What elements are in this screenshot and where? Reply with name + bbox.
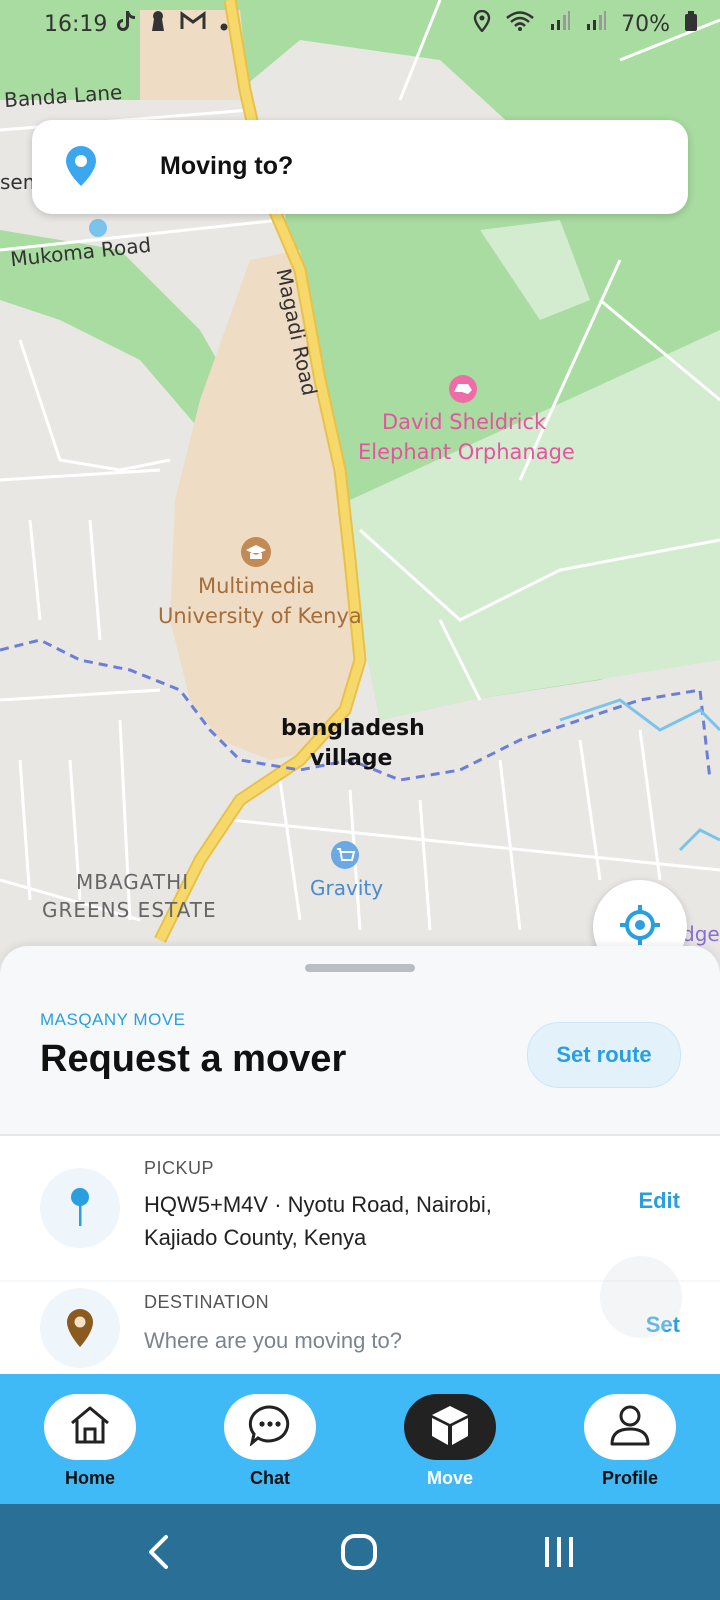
map-label-bangladesh-2: village	[310, 746, 393, 771]
destination-search-card[interactable]: Moving to?	[32, 120, 688, 214]
sheet-title: Request a mover	[40, 1038, 347, 1080]
pickup-label: PICKUP	[144, 1158, 215, 1178]
keyhole-icon	[150, 10, 166, 38]
location-icon	[473, 9, 491, 38]
pickup-edit-button[interactable]: Edit	[638, 1188, 680, 1214]
destination-label: DESTINATION	[144, 1292, 270, 1312]
pickup-pin-icon	[40, 1168, 120, 1248]
map-label-edge: dge	[682, 922, 720, 946]
sheet-drag-handle[interactable]	[305, 964, 415, 972]
nav-move[interactable]: Move	[404, 1394, 496, 1489]
box-icon	[428, 1403, 472, 1451]
gmail-icon	[180, 11, 206, 37]
battery-icon	[684, 10, 698, 38]
dot-icon	[220, 12, 228, 37]
destination-placeholder[interactable]: Where are you moving to?	[144, 1328, 402, 1354]
home-icon	[68, 1405, 112, 1449]
location-pin-icon	[64, 144, 98, 192]
status-bar: 16:19 70%	[0, 0, 720, 50]
status-time: 16:19	[44, 12, 108, 37]
nav-profile-label: Profile	[601, 1468, 658, 1488]
nav-chat[interactable]: Chat	[224, 1394, 316, 1489]
map-label-multimedia-2: University of Kenya	[158, 604, 362, 628]
crosshair-icon	[618, 903, 662, 951]
nav-profile[interactable]: Profile	[584, 1394, 676, 1489]
battery-text: 70%	[621, 11, 670, 37]
pickup-row[interactable]: PICKUP HQW5+M4V · Nyotu Road, Nairobi, K…	[0, 1136, 720, 1280]
map-label-gravity: Gravity	[310, 876, 384, 900]
search-label: Moving to?	[160, 152, 294, 180]
back-icon[interactable]	[146, 1534, 170, 1574]
map-label-david-sheldrick-2: Elephant Orphanage	[358, 440, 575, 464]
pickup-address: HQW5+M4V · Nyotu Road, Nairobi, Kajiado …	[144, 1192, 492, 1250]
map-label-mbagathi-1: MBAGATHI	[76, 870, 190, 894]
map-label-multimedia-1: Multimedia	[198, 574, 315, 598]
home-circle-icon[interactable]	[340, 1534, 378, 1574]
floating-action-ghost	[600, 1256, 682, 1338]
map-label-mbagathi-2: GREENS ESTATE	[42, 898, 217, 922]
tiktok-icon	[116, 10, 136, 38]
map-label-david-sheldrick-1: David Sheldrick	[382, 410, 547, 434]
nav-home-label: Home	[64, 1468, 115, 1488]
user-icon	[608, 1403, 652, 1451]
map-label-bangladesh-1: bangladesh	[281, 716, 425, 741]
nav-chat-label: Chat	[250, 1468, 290, 1488]
destination-pin-icon	[40, 1288, 120, 1368]
wifi-icon	[505, 10, 535, 38]
recents-icon[interactable]	[542, 1534, 576, 1574]
set-route-button[interactable]: Set route	[527, 1022, 681, 1088]
nav-home[interactable]: Home	[44, 1394, 136, 1489]
chat-icon	[248, 1404, 292, 1450]
nav-move-label: Move	[426, 1468, 473, 1488]
signal-icon	[549, 10, 571, 38]
brand-label: MASQANY MOVE	[40, 1010, 186, 1029]
signal-icon-2	[585, 10, 607, 38]
system-navigation-bar	[0, 1504, 720, 1600]
bottom-nav: Home Chat Move Profile	[0, 1374, 720, 1504]
